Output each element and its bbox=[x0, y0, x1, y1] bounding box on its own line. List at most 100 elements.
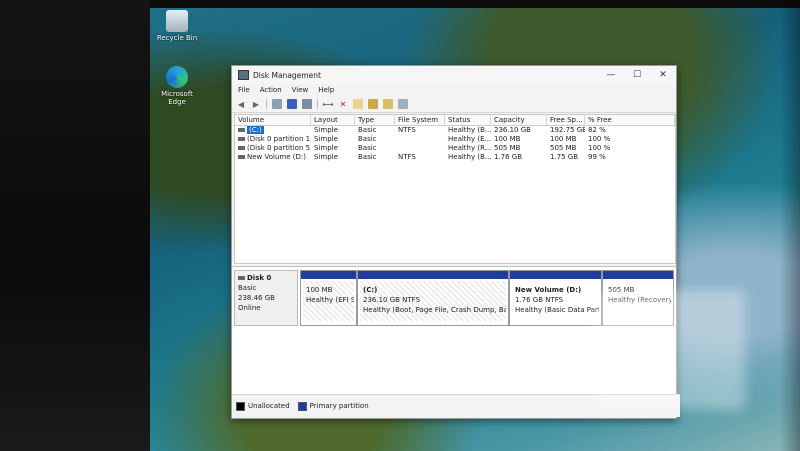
disk-management-icon bbox=[238, 70, 249, 80]
col-status[interactable]: Status bbox=[445, 115, 491, 125]
title-bar[interactable]: Disk Management — ☐ ✕ bbox=[232, 66, 676, 84]
cell-free-space: 192.75 GB bbox=[550, 126, 585, 134]
cell-file-system: NTFS bbox=[398, 126, 416, 134]
partition-size: 236.10 GB NTFS bbox=[363, 296, 421, 304]
volume-list: Volume Layout Type File System Status Ca… bbox=[234, 114, 676, 264]
col-file-system[interactable]: File System bbox=[395, 115, 445, 125]
disk-0-info[interactable]: Disk 0 Basic 238.46 GB Online bbox=[234, 270, 298, 326]
drive-icon bbox=[238, 137, 245, 141]
menu-help[interactable]: Help bbox=[318, 86, 334, 94]
drive-icon bbox=[238, 128, 245, 132]
partition-name: (C:) bbox=[363, 286, 378, 294]
cell-status: Healthy (R... bbox=[448, 144, 491, 152]
partition-recovery[interactable]: 505 MB Healthy (Recovery bbox=[602, 270, 674, 326]
disk-status: Online bbox=[238, 304, 261, 312]
partition-status: Healthy (Recovery bbox=[608, 296, 671, 304]
col-percent-free[interactable]: % Free bbox=[585, 115, 675, 125]
menu-view[interactable]: View bbox=[292, 86, 309, 94]
forward-arrow-icon[interactable]: ▶ bbox=[251, 99, 261, 109]
cell-free-space: 1.75 GB bbox=[550, 153, 579, 161]
cell-volume: New Volume (D:) bbox=[235, 153, 311, 162]
primary-partition-bar bbox=[510, 271, 601, 279]
toolbar-divider-2 bbox=[317, 99, 318, 109]
recycle-bin-icon bbox=[166, 10, 188, 32]
partition-inner: 100 MB Healthy (EFI Sy bbox=[303, 281, 354, 321]
help-icon[interactable] bbox=[287, 99, 297, 109]
cell-capacity: 505 MB bbox=[494, 144, 521, 152]
open-icon[interactable] bbox=[383, 99, 393, 109]
close-button[interactable]: ✕ bbox=[650, 66, 676, 84]
col-type[interactable]: Type bbox=[355, 115, 395, 125]
cell-type: Basic bbox=[358, 126, 377, 134]
unallocated-swatch bbox=[236, 401, 245, 411]
disk-management-window: Disk Management — ☐ ✕ File Action View H… bbox=[231, 65, 680, 419]
monitor-bezel-top bbox=[150, 0, 800, 8]
partition-c[interactable]: (C:) 236.10 GB NTFS Healthy (Boot, Page … bbox=[357, 270, 509, 326]
minimize-button[interactable]: — bbox=[598, 66, 624, 84]
table-row[interactable]: (Disk 0 partition 1) Simple Basic Health… bbox=[235, 135, 675, 144]
volume-list-header: Volume Layout Type File System Status Ca… bbox=[235, 115, 675, 126]
disk-size: 238.46 GB bbox=[238, 294, 275, 302]
properties-icon[interactable] bbox=[302, 99, 312, 109]
partition-inner: New Volume (D:) 1.76 GB NTFS Healthy (Ba… bbox=[512, 281, 599, 321]
cell-layout: Simple bbox=[314, 153, 338, 161]
partition-efi[interactable]: 100 MB Healthy (EFI Sy bbox=[300, 270, 357, 326]
recycle-bin-shortcut[interactable]: Recycle Bin bbox=[152, 10, 202, 42]
console-tree-icon[interactable] bbox=[272, 99, 282, 109]
volume-name: (C:) bbox=[247, 126, 264, 134]
connect-drive-icon[interactable]: ⟷ bbox=[322, 99, 333, 109]
menu-file[interactable]: File bbox=[238, 86, 250, 94]
delete-icon[interactable]: ✕ bbox=[338, 99, 348, 109]
partition-size: 1.76 GB NTFS bbox=[515, 296, 564, 304]
table-row[interactable]: New Volume (D:) Simple Basic NTFS Health… bbox=[235, 153, 675, 162]
cell-layout: Simple bbox=[314, 126, 338, 134]
partition-d[interactable]: New Volume (D:) 1.76 GB NTFS Healthy (Ba… bbox=[509, 270, 602, 326]
col-free-space[interactable]: Free Sp... bbox=[547, 115, 585, 125]
view-icon[interactable] bbox=[398, 99, 408, 109]
folder-icon[interactable] bbox=[368, 99, 378, 109]
table-row[interactable]: (Disk 0 partition 5) Simple Basic Health… bbox=[235, 144, 675, 153]
cell-status: Healthy (E... bbox=[448, 135, 491, 143]
back-arrow-icon[interactable]: ◀ bbox=[236, 99, 246, 109]
volume-name: (Disk 0 partition 5) bbox=[247, 144, 311, 152]
disk-name: Disk 0 bbox=[247, 274, 272, 282]
legend-primary: Primary partition bbox=[309, 402, 369, 410]
col-layout[interactable]: Layout bbox=[311, 115, 355, 125]
window-title: Disk Management bbox=[253, 70, 321, 80]
volume-name: (Disk 0 partition 1) bbox=[247, 135, 311, 143]
partition-status: Healthy (Basic Data Partitio bbox=[515, 306, 599, 314]
cell-file-system bbox=[395, 144, 445, 153]
legend-unallocated: Unallocated bbox=[248, 402, 290, 410]
cell-free-space: 100 MB bbox=[550, 135, 577, 143]
cell-type: Basic bbox=[358, 153, 377, 161]
cell-type: Basic bbox=[358, 144, 377, 152]
partition-inner: (C:) 236.10 GB NTFS Healthy (Boot, Page … bbox=[360, 281, 506, 321]
check-icon[interactable] bbox=[353, 99, 363, 109]
drive-icon bbox=[238, 146, 245, 150]
cell-free-space: 505 MB bbox=[550, 144, 577, 152]
primary-partition-bar bbox=[301, 271, 356, 279]
primary-partition-bar bbox=[358, 271, 508, 279]
cell-volume: (Disk 0 partition 5) bbox=[235, 144, 311, 153]
cell-capacity: 100 MB bbox=[494, 135, 521, 143]
maximize-button[interactable]: ☐ bbox=[624, 66, 650, 84]
cell-file-system bbox=[395, 135, 445, 144]
volume-name: New Volume (D:) bbox=[247, 153, 306, 161]
cell-layout: Simple bbox=[314, 135, 338, 143]
cell-percent-free: 99 % bbox=[588, 153, 606, 161]
table-row[interactable]: (C:) Simple Basic NTFS Healthy (B... 236… bbox=[235, 126, 675, 135]
partition-status: Healthy (Boot, Page File, Crash Dump, Ba… bbox=[363, 306, 506, 314]
disk-type: Basic bbox=[238, 284, 257, 292]
menu-action[interactable]: Action bbox=[260, 86, 282, 94]
cell-status: Healthy (B... bbox=[448, 126, 491, 134]
col-volume[interactable]: Volume bbox=[235, 115, 311, 125]
cell-type: Basic bbox=[358, 135, 377, 143]
cell-percent-free: 100 % bbox=[588, 135, 611, 143]
cell-status: Healthy (B... bbox=[448, 153, 491, 161]
col-capacity[interactable]: Capacity bbox=[491, 115, 547, 125]
edge-shortcut[interactable]: Microsoft Edge bbox=[152, 66, 202, 106]
disk-graphical-view: Disk 0 Basic 238.46 GB Online 100 MB Hea… bbox=[232, 266, 676, 395]
cell-percent-free: 100 % bbox=[588, 144, 611, 152]
menu-bar: File Action View Help bbox=[232, 84, 676, 96]
drive-icon bbox=[238, 155, 245, 159]
